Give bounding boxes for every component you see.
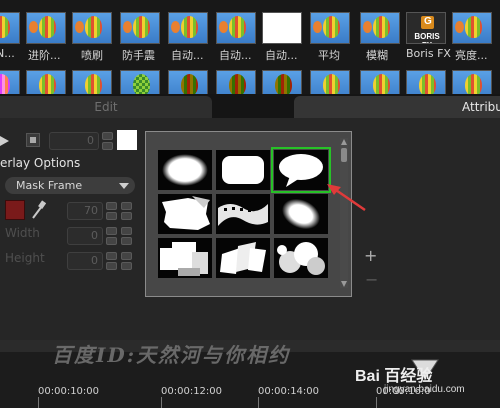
effect-thumb-row2-8[interactable] <box>310 70 350 94</box>
time-label-12: 00:00:12:00 <box>161 386 223 397</box>
effect-thumb-row2-4[interactable] <box>120 70 160 94</box>
mask-blocks[interactable] <box>158 238 212 278</box>
effect-thumb-row2-11[interactable] <box>452 70 492 94</box>
effect-thumb-row2-6[interactable] <box>216 70 256 94</box>
effect-label-advanced: 进阶... <box>28 49 61 62</box>
effect-thumb-brightness[interactable] <box>452 12 492 44</box>
reset-button[interactable] <box>26 133 40 147</box>
border-color-swatch[interactable] <box>117 130 137 150</box>
boris-logo-icon: G <box>421 16 434 29</box>
time-label-10: 00:00:10:00 <box>38 386 100 397</box>
height-stepper[interactable] <box>106 252 117 270</box>
effect-label-spray: 喷刷 <box>81 49 103 62</box>
time-label-14: 00:00:14:00 <box>258 386 320 397</box>
tab-edit[interactable]: Edit <box>0 96 212 118</box>
mask-type-value: Mask Frame <box>16 179 83 192</box>
effect-label-average: 平均 <box>318 49 340 62</box>
effect-thumb-row2-5[interactable] <box>168 70 208 94</box>
effect-label-boris: Boris FX <box>406 47 451 60</box>
timeline-tick <box>161 397 162 408</box>
chevron-down-icon <box>119 183 129 189</box>
effect-thumb-n[interactable] <box>0 12 20 44</box>
mask-ellipse-soft[interactable] <box>158 150 212 190</box>
effect-label-auto2: 自动... <box>219 49 252 62</box>
mask-picker-popup <box>145 131 352 297</box>
mask-speech-bubble[interactable] <box>271 147 331 193</box>
effect-thumb-average[interactable] <box>310 12 350 44</box>
mask-type-dropdown[interactable]: Mask Frame <box>5 177 135 194</box>
effect-thumb-auto2[interactable] <box>216 12 256 44</box>
eyedropper-icon[interactable] <box>30 200 46 220</box>
angle-field[interactable]: 0 <box>49 132 99 150</box>
effect-label-n: N... <box>0 47 15 60</box>
effect-thumb-boris[interactable]: G BORIS FX <box>406 12 446 44</box>
effect-thumb-row2-10[interactable] <box>406 70 446 94</box>
scroll-up-icon[interactable] <box>341 139 347 145</box>
watermark-text: 百度ID:天然河与你相约 <box>52 343 291 367</box>
mask-torn-paper[interactable] <box>158 194 212 234</box>
effect-thumb-row2-1[interactable] <box>0 70 20 94</box>
mask-shards[interactable] <box>216 238 270 278</box>
effect-thumb-row2-3[interactable] <box>72 70 112 94</box>
opacity-stepper[interactable] <box>106 202 117 220</box>
reset-square-icon <box>30 137 36 143</box>
collapse-arrow-icon[interactable] <box>0 134 10 148</box>
effect-label-auto3: 自动... <box>265 49 298 62</box>
scroll-down-icon[interactable] <box>341 281 347 287</box>
effects-strip: G BORIS FX N... 进阶... 喷刷 防手震 自动... 自动...… <box>0 0 500 94</box>
mask-tilted-ellipse[interactable] <box>274 194 328 234</box>
effect-thumb-row2-2[interactable] <box>26 70 66 94</box>
mask-bubbles[interactable] <box>274 238 328 278</box>
width-label: Width <box>5 226 40 240</box>
height-label: Height <box>5 251 45 265</box>
tab-attributes[interactable]: Attribu <box>294 96 500 118</box>
baidu-logo: Bai 百经验 <box>355 368 433 385</box>
effect-thumb-row2-9[interactable] <box>360 70 400 94</box>
width-stepper[interactable] <box>106 227 117 245</box>
annotation-arrow-icon <box>327 184 366 212</box>
effect-thumb-blur[interactable] <box>360 12 400 44</box>
mask-color-swatch[interactable] <box>5 200 25 220</box>
height-field[interactable]: 0 <box>67 252 103 270</box>
add-button[interactable]: + <box>364 246 377 265</box>
effect-thumb-spray[interactable] <box>72 12 112 44</box>
height-stepper-2[interactable] <box>121 252 132 270</box>
effect-label-brightness: 亮度... <box>455 49 488 62</box>
overlay-options-label: erlay Options <box>0 156 81 170</box>
width-field[interactable]: 0 <box>67 227 103 245</box>
mask-film-strip[interactable] <box>216 194 270 234</box>
time-label-16: 00:00:16:0 <box>376 386 431 397</box>
effect-thumb-auto3[interactable] <box>262 12 302 44</box>
boris-logo-text: BORIS FX <box>414 32 440 43</box>
effect-thumb-advanced[interactable] <box>26 12 66 44</box>
mask-rounded-rect[interactable] <box>216 150 270 190</box>
effect-thumb-stabilize[interactable] <box>120 12 160 44</box>
effect-thumb-row2-7[interactable] <box>262 70 302 94</box>
timeline-tick <box>258 397 259 408</box>
opacity-field[interactable]: 70 <box>67 202 103 220</box>
opacity-stepper-2[interactable] <box>121 202 132 220</box>
angle-stepper[interactable] <box>102 132 113 150</box>
width-stepper-2[interactable] <box>121 227 132 245</box>
scroll-thumb[interactable] <box>341 148 347 162</box>
effect-label-stabilize: 防手震 <box>122 49 155 62</box>
effect-label-auto1: 自动... <box>171 49 204 62</box>
timeline-tick <box>38 397 39 408</box>
remove-button[interactable]: − <box>365 270 378 289</box>
effect-thumb-auto1[interactable] <box>168 12 208 44</box>
effect-label-blur: 模糊 <box>366 49 388 62</box>
timeline-tick <box>376 397 377 408</box>
